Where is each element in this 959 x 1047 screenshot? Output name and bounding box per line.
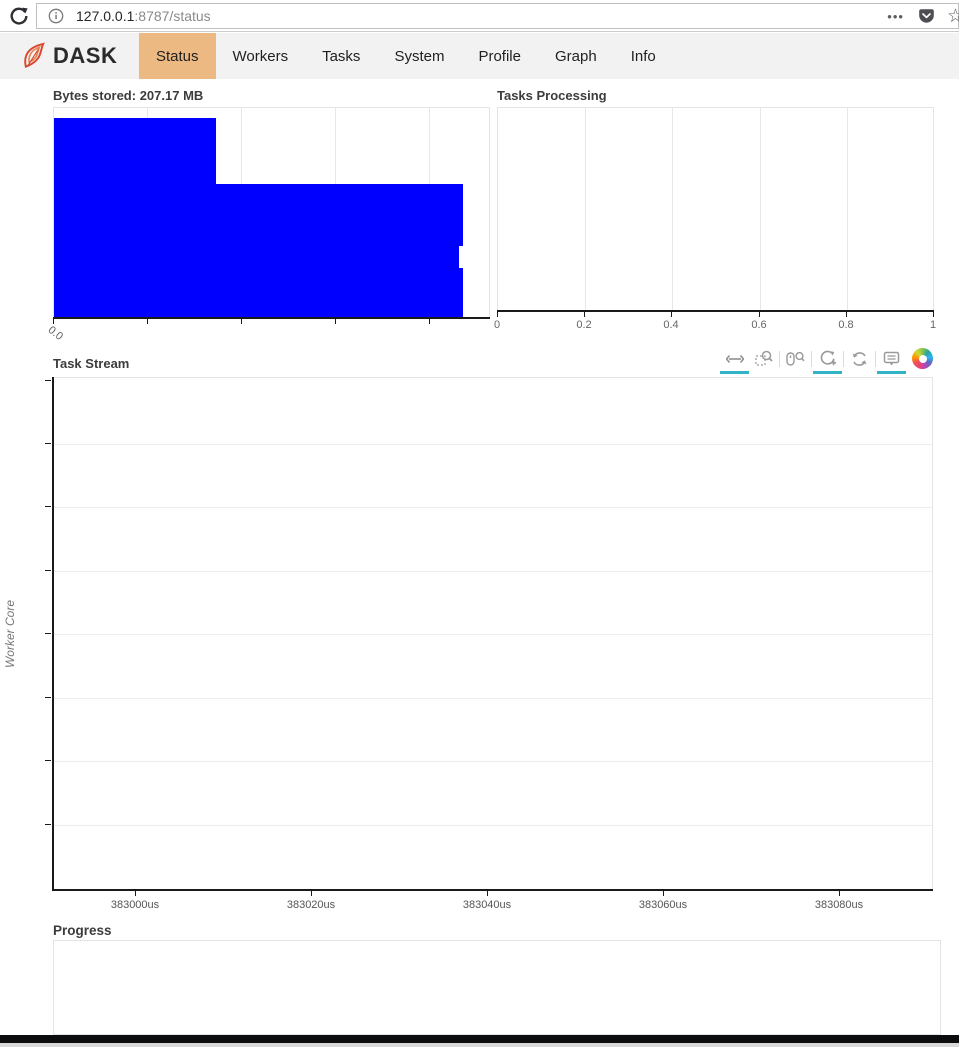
taskbar-strip [0, 1043, 959, 1047]
task-stream-y-axis [52, 377, 54, 891]
gridline [52, 507, 932, 508]
x-tick-label: 0 [494, 319, 500, 331]
dask-leaf-logo-icon [19, 39, 50, 73]
gridline [760, 108, 761, 310]
progress-plot [53, 940, 941, 1035]
page-actions-menu-icon[interactable]: ••• [887, 9, 904, 24]
tab-profile[interactable]: Profile [461, 33, 538, 79]
pocket-icon[interactable] [918, 8, 935, 25]
tasks-processing-title: Tasks Processing [497, 88, 607, 103]
bookmark-star-icon[interactable]: ☆ [947, 7, 959, 26]
gridline [52, 634, 932, 635]
axis-tick [487, 891, 488, 896]
axis-tick [759, 312, 760, 317]
axis-tick [45, 633, 51, 634]
bytes-bar-notch [459, 246, 464, 268]
task-stream-x-axis [52, 889, 933, 891]
task-stream-plot[interactable] [52, 377, 933, 890]
tab-info[interactable]: Info [614, 33, 673, 79]
axis-tick [45, 380, 51, 381]
x-tick-label: 0.8 [838, 319, 853, 331]
progress-title: Progress [53, 923, 112, 938]
x-tick-label: 383000us [111, 899, 159, 911]
gridline [52, 444, 932, 445]
dask-brand-name: DASK [53, 43, 117, 69]
dask-navbar: DASK Status Workers Tasks System Profile… [0, 33, 959, 79]
nav-tabs: Status Workers Tasks System Profile Grap… [139, 33, 673, 79]
window-bottom-edge [0, 1035, 959, 1043]
toolbar-separator [811, 351, 812, 367]
bokeh-logo-icon[interactable] [912, 348, 933, 369]
browser-toolbar: 127.0.0.1:8787/status ••• ☆ [0, 0, 959, 32]
hover-tool-icon[interactable] [877, 347, 906, 374]
url-path: :8787/status [134, 8, 210, 24]
axis-tick [429, 319, 430, 324]
axis-tick [45, 570, 51, 571]
bytes-bar-1 [54, 118, 216, 317]
url-bar[interactable]: 127.0.0.1:8787/status ••• ☆ [36, 3, 959, 29]
toolbar-separator [875, 351, 876, 367]
reset-tool-icon[interactable] [845, 347, 874, 374]
axis-tick [671, 312, 672, 317]
bytes-x-axis [53, 317, 490, 319]
gridline [52, 761, 932, 762]
axis-tick [497, 312, 498, 317]
reload-icon[interactable] [8, 5, 30, 27]
tab-workers[interactable]: Workers [216, 33, 306, 79]
x-pan-tool-icon[interactable] [720, 347, 749, 374]
bytes-bar-2 [216, 184, 463, 317]
axis-tick [45, 506, 51, 507]
gridline [52, 698, 932, 699]
axis-tick [135, 891, 136, 896]
toolbar-separator [843, 351, 844, 367]
bytes-stored-title: Bytes stored: 207.17 MB [53, 88, 203, 103]
x-tick-label: 0.2 [576, 319, 591, 331]
dask-brand: DASK [0, 33, 139, 79]
dask-dashboard-page: 127.0.0.1:8787/status ••• ☆ DASK [0, 0, 959, 1047]
gridline [585, 108, 586, 310]
wheel-zoom-tool-icon[interactable] [781, 347, 810, 374]
bokeh-toolbar [720, 345, 933, 375]
axis-tick [45, 760, 51, 761]
tab-graph[interactable]: Graph [538, 33, 614, 79]
axis-tick [933, 312, 934, 317]
axis-tick [241, 319, 242, 324]
axis-tick [45, 824, 51, 825]
axis-tick [846, 312, 847, 317]
bytes-stored-plot [53, 107, 490, 318]
gridline [847, 108, 848, 310]
axis-tick [335, 319, 336, 324]
axis-tick [45, 443, 51, 444]
gridline [52, 571, 932, 572]
x-tick-label: 0.4 [663, 319, 678, 331]
task-stream-title: Task Stream [53, 356, 129, 371]
task-stream-y-axis-label: Worker Core [3, 595, 17, 673]
bytes-x-tick-label: 0.0 [46, 324, 65, 343]
axis-tick [839, 891, 840, 896]
axis-tick [45, 697, 51, 698]
toolbar-separator [779, 351, 780, 367]
axis-tick [663, 891, 664, 896]
x-wheel-zoom-tool-icon[interactable] [813, 347, 842, 374]
box-zoom-tool-icon[interactable] [749, 347, 778, 374]
axis-tick [584, 312, 585, 317]
x-tick-label: 1 [930, 319, 936, 331]
gridline [672, 108, 673, 310]
x-tick-label: 383020us [287, 899, 335, 911]
x-tick-label: 383060us [639, 899, 687, 911]
tab-system[interactable]: System [377, 33, 461, 79]
tasks-processing-x-axis [497, 310, 934, 312]
site-info-icon[interactable] [48, 8, 64, 24]
tab-status[interactable]: Status [139, 33, 216, 79]
axis-tick [311, 891, 312, 896]
axis-tick [147, 319, 148, 324]
x-tick-label: 0.6 [751, 319, 766, 331]
gridline [52, 825, 932, 826]
tasks-processing-plot [497, 107, 934, 311]
x-tick-label: 383040us [463, 899, 511, 911]
url-host: 127.0.0.1 [76, 8, 134, 24]
tab-tasks[interactable]: Tasks [305, 33, 377, 79]
x-tick-label: 383080us [815, 899, 863, 911]
url-text: 127.0.0.1:8787/status [76, 8, 887, 24]
